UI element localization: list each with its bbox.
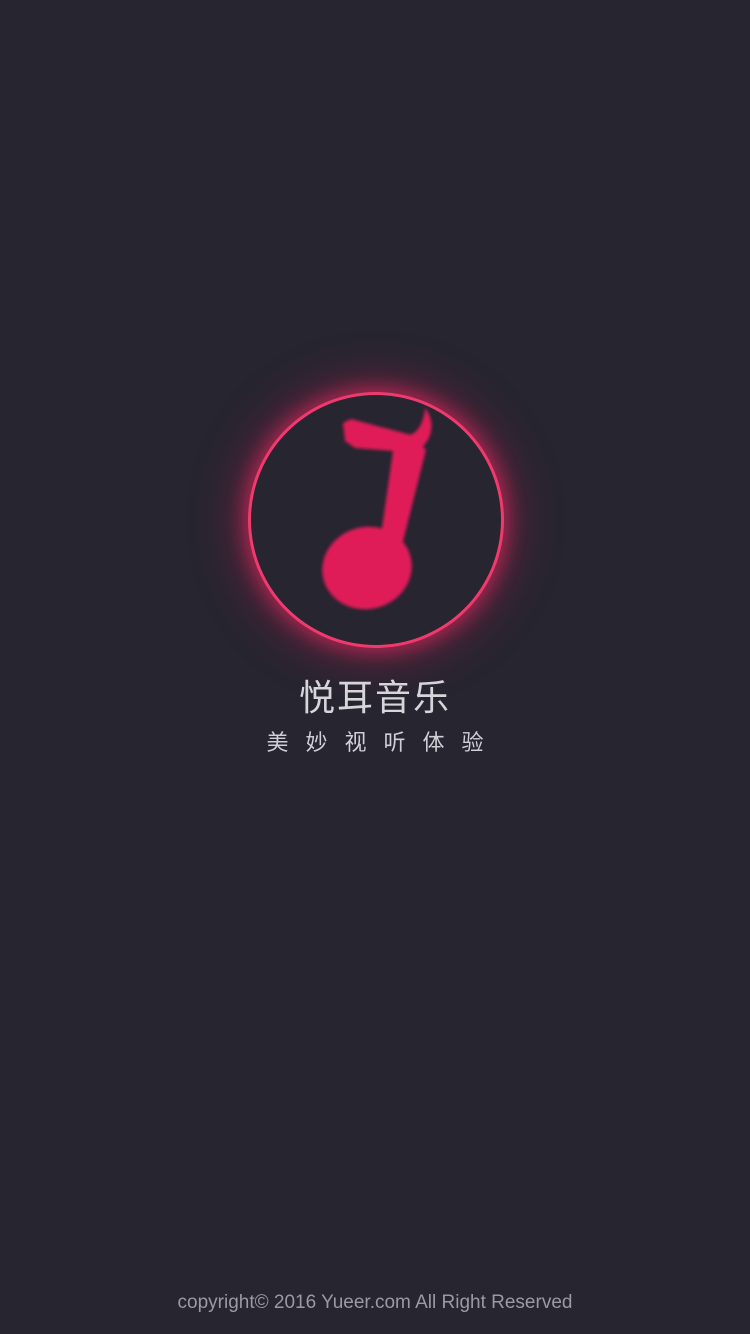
music-note-icon (322, 408, 432, 610)
app-title: 悦耳音乐 (298, 678, 451, 719)
app-logo (251, 395, 501, 645)
app-tagline: 美妙视听体验 (266, 731, 501, 756)
copyright-text: copyright© 2016 Yueer.com All Right Rese… (177, 1292, 573, 1313)
splash-screen: 悦耳音乐 美妙视听体验 copyright© 2016 Yueer.com Al… (0, 0, 750, 1334)
